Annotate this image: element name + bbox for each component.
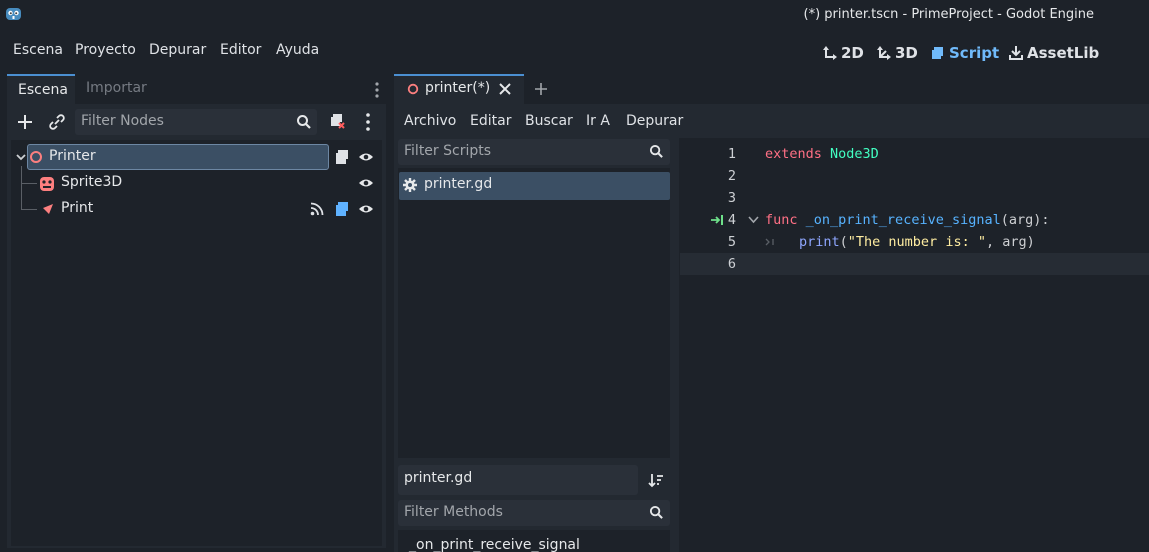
filter-nodes-placeholder: Filter Nodes xyxy=(81,113,164,129)
gear-icon xyxy=(403,178,417,192)
script-menu-ir-a[interactable]: Ir A xyxy=(586,113,610,129)
godot-logo-icon xyxy=(5,5,22,22)
line-number: 5 xyxy=(727,234,736,250)
code-line: 6 xyxy=(680,253,1149,275)
script-icon[interactable] xyxy=(335,201,349,217)
sprite3d-icon xyxy=(39,176,55,192)
menu-editor[interactable]: Editor xyxy=(220,42,261,58)
signals-icon[interactable] xyxy=(310,202,324,216)
code-line: 5 print("The number is: ", arg) xyxy=(680,231,1149,253)
search-icon xyxy=(649,144,664,159)
tab-escena[interactable]: Escena xyxy=(7,74,75,104)
line-number: 4 xyxy=(727,212,736,228)
custom-node-icon xyxy=(39,202,55,218)
line-number: 3 xyxy=(727,190,736,206)
menu-depurar[interactable]: Depurar xyxy=(149,42,206,58)
visibility-icon[interactable] xyxy=(358,150,374,164)
tab-label: printer(*) xyxy=(425,80,491,96)
new-tab-icon[interactable] xyxy=(534,82,548,96)
3d-icon xyxy=(876,45,892,61)
tree-item-label[interactable]: Print xyxy=(61,200,93,216)
fold-chevron-icon[interactable] xyxy=(748,216,759,224)
tree-guide-line xyxy=(21,183,37,184)
method-list-item[interactable]: _on_print_receive_signal xyxy=(409,537,580,552)
title-bar: (*) printer.tscn - PrimeProject - Godot … xyxy=(0,0,1149,30)
script-menu-archivo[interactable]: Archivo xyxy=(404,113,456,129)
instance-scene-icon[interactable] xyxy=(48,113,66,131)
script-icon xyxy=(930,45,946,61)
tree-guide-line xyxy=(21,166,22,210)
script-menu-editar[interactable]: Editar xyxy=(470,113,511,129)
line-number: 2 xyxy=(727,168,736,184)
node3d-icon xyxy=(407,83,419,95)
search-icon xyxy=(296,114,312,130)
node3d-icon xyxy=(29,150,43,164)
add-node-icon[interactable] xyxy=(16,113,34,131)
menu-escena[interactable]: Escena xyxy=(13,42,63,58)
workspace-2d-button[interactable]: 2D xyxy=(822,44,864,62)
visibility-icon[interactable] xyxy=(358,176,374,190)
script-icon[interactable] xyxy=(335,149,349,165)
menu-ayuda[interactable]: Ayuda xyxy=(276,42,319,58)
tab-importar[interactable]: Importar xyxy=(86,80,147,96)
line-number: 6 xyxy=(727,256,736,272)
attach-script-icon[interactable] xyxy=(328,112,346,130)
workspace-assetlib-button[interactable]: AssetLib xyxy=(1008,44,1099,62)
tab-indent-icon xyxy=(765,238,775,246)
assetlib-icon xyxy=(1008,45,1024,61)
close-icon[interactable] xyxy=(498,82,512,96)
line-number: 1 xyxy=(727,146,736,162)
script-menu-depurar[interactable]: Depurar xyxy=(626,113,683,129)
2d-icon xyxy=(822,45,838,61)
window-title: (*) printer.tscn - PrimeProject - Godot … xyxy=(803,7,1095,22)
tree-item-label: Printer xyxy=(49,148,96,164)
tree-item-label[interactable]: Sprite3D xyxy=(61,174,122,190)
code-line: 3 xyxy=(680,187,1149,209)
script-menu-buscar[interactable]: Buscar xyxy=(525,113,573,129)
sort-icon[interactable] xyxy=(648,472,664,488)
script-list-item-label: printer.gd xyxy=(424,176,493,192)
search-icon xyxy=(649,505,664,520)
current-script-name: printer.gd xyxy=(404,470,473,486)
workspace-3d-button[interactable]: 3D xyxy=(876,44,918,62)
filter-methods-placeholder: Filter Methods xyxy=(404,504,503,520)
scene-menu-icon[interactable] xyxy=(363,112,373,132)
code-line: 4 func _on_print_receive_signal(arg): xyxy=(680,209,1149,231)
code-line: 2 xyxy=(680,165,1149,187)
scripts-list xyxy=(398,168,670,458)
visibility-icon[interactable] xyxy=(358,202,374,216)
menu-proyecto[interactable]: Proyecto xyxy=(75,42,136,58)
workspace-script-button[interactable]: Script xyxy=(930,44,999,62)
filter-scripts-placeholder: Filter Scripts xyxy=(404,143,492,159)
tree-guide-line xyxy=(21,209,37,210)
code-line: 1 extends Node3D xyxy=(680,143,1149,165)
dock-menu-icon[interactable] xyxy=(372,81,382,99)
chevron-down-icon[interactable] xyxy=(15,152,27,162)
